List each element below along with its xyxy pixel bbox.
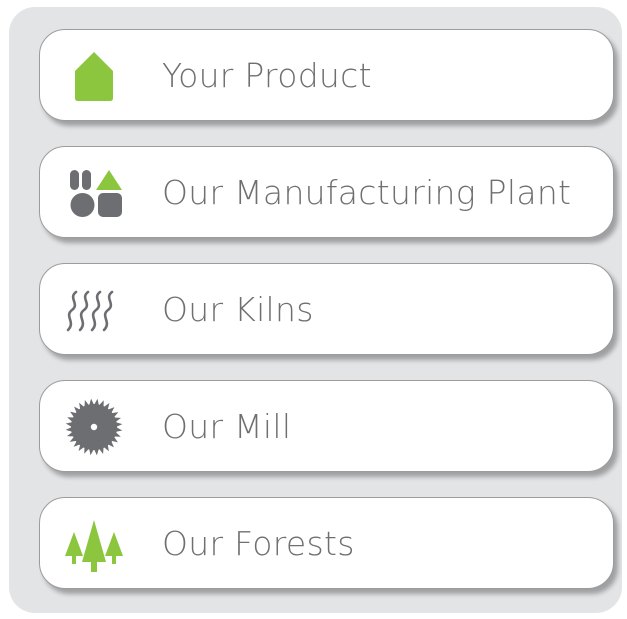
menu-item-label: Our Forests (162, 524, 355, 563)
menu-item-mill[interactable]: Our Mill (39, 380, 614, 472)
menu-item-manufacturing-plant[interactable]: Our Manufacturing Plant (39, 146, 614, 238)
heat-waves-icon (62, 278, 126, 342)
trees-icon (62, 512, 126, 576)
menu-item-label: Your Product (162, 56, 372, 95)
menu-item-kilns[interactable]: Our Kilns (39, 263, 614, 355)
building-blocks-icon (62, 161, 126, 225)
menu-item-label: Our Mill (162, 407, 292, 446)
menu-item-your-product[interactable]: Your Product (39, 29, 614, 121)
menu-item-forests[interactable]: Our Forests (39, 497, 614, 589)
menu-item-label: Our Manufacturing Plant (162, 173, 572, 212)
house-icon (62, 44, 126, 108)
menu-item-label: Our Kilns (162, 290, 314, 329)
navigation-panel: Your Product Our Manufacturing Plant Our… (9, 7, 622, 613)
saw-blade-icon (62, 395, 126, 459)
